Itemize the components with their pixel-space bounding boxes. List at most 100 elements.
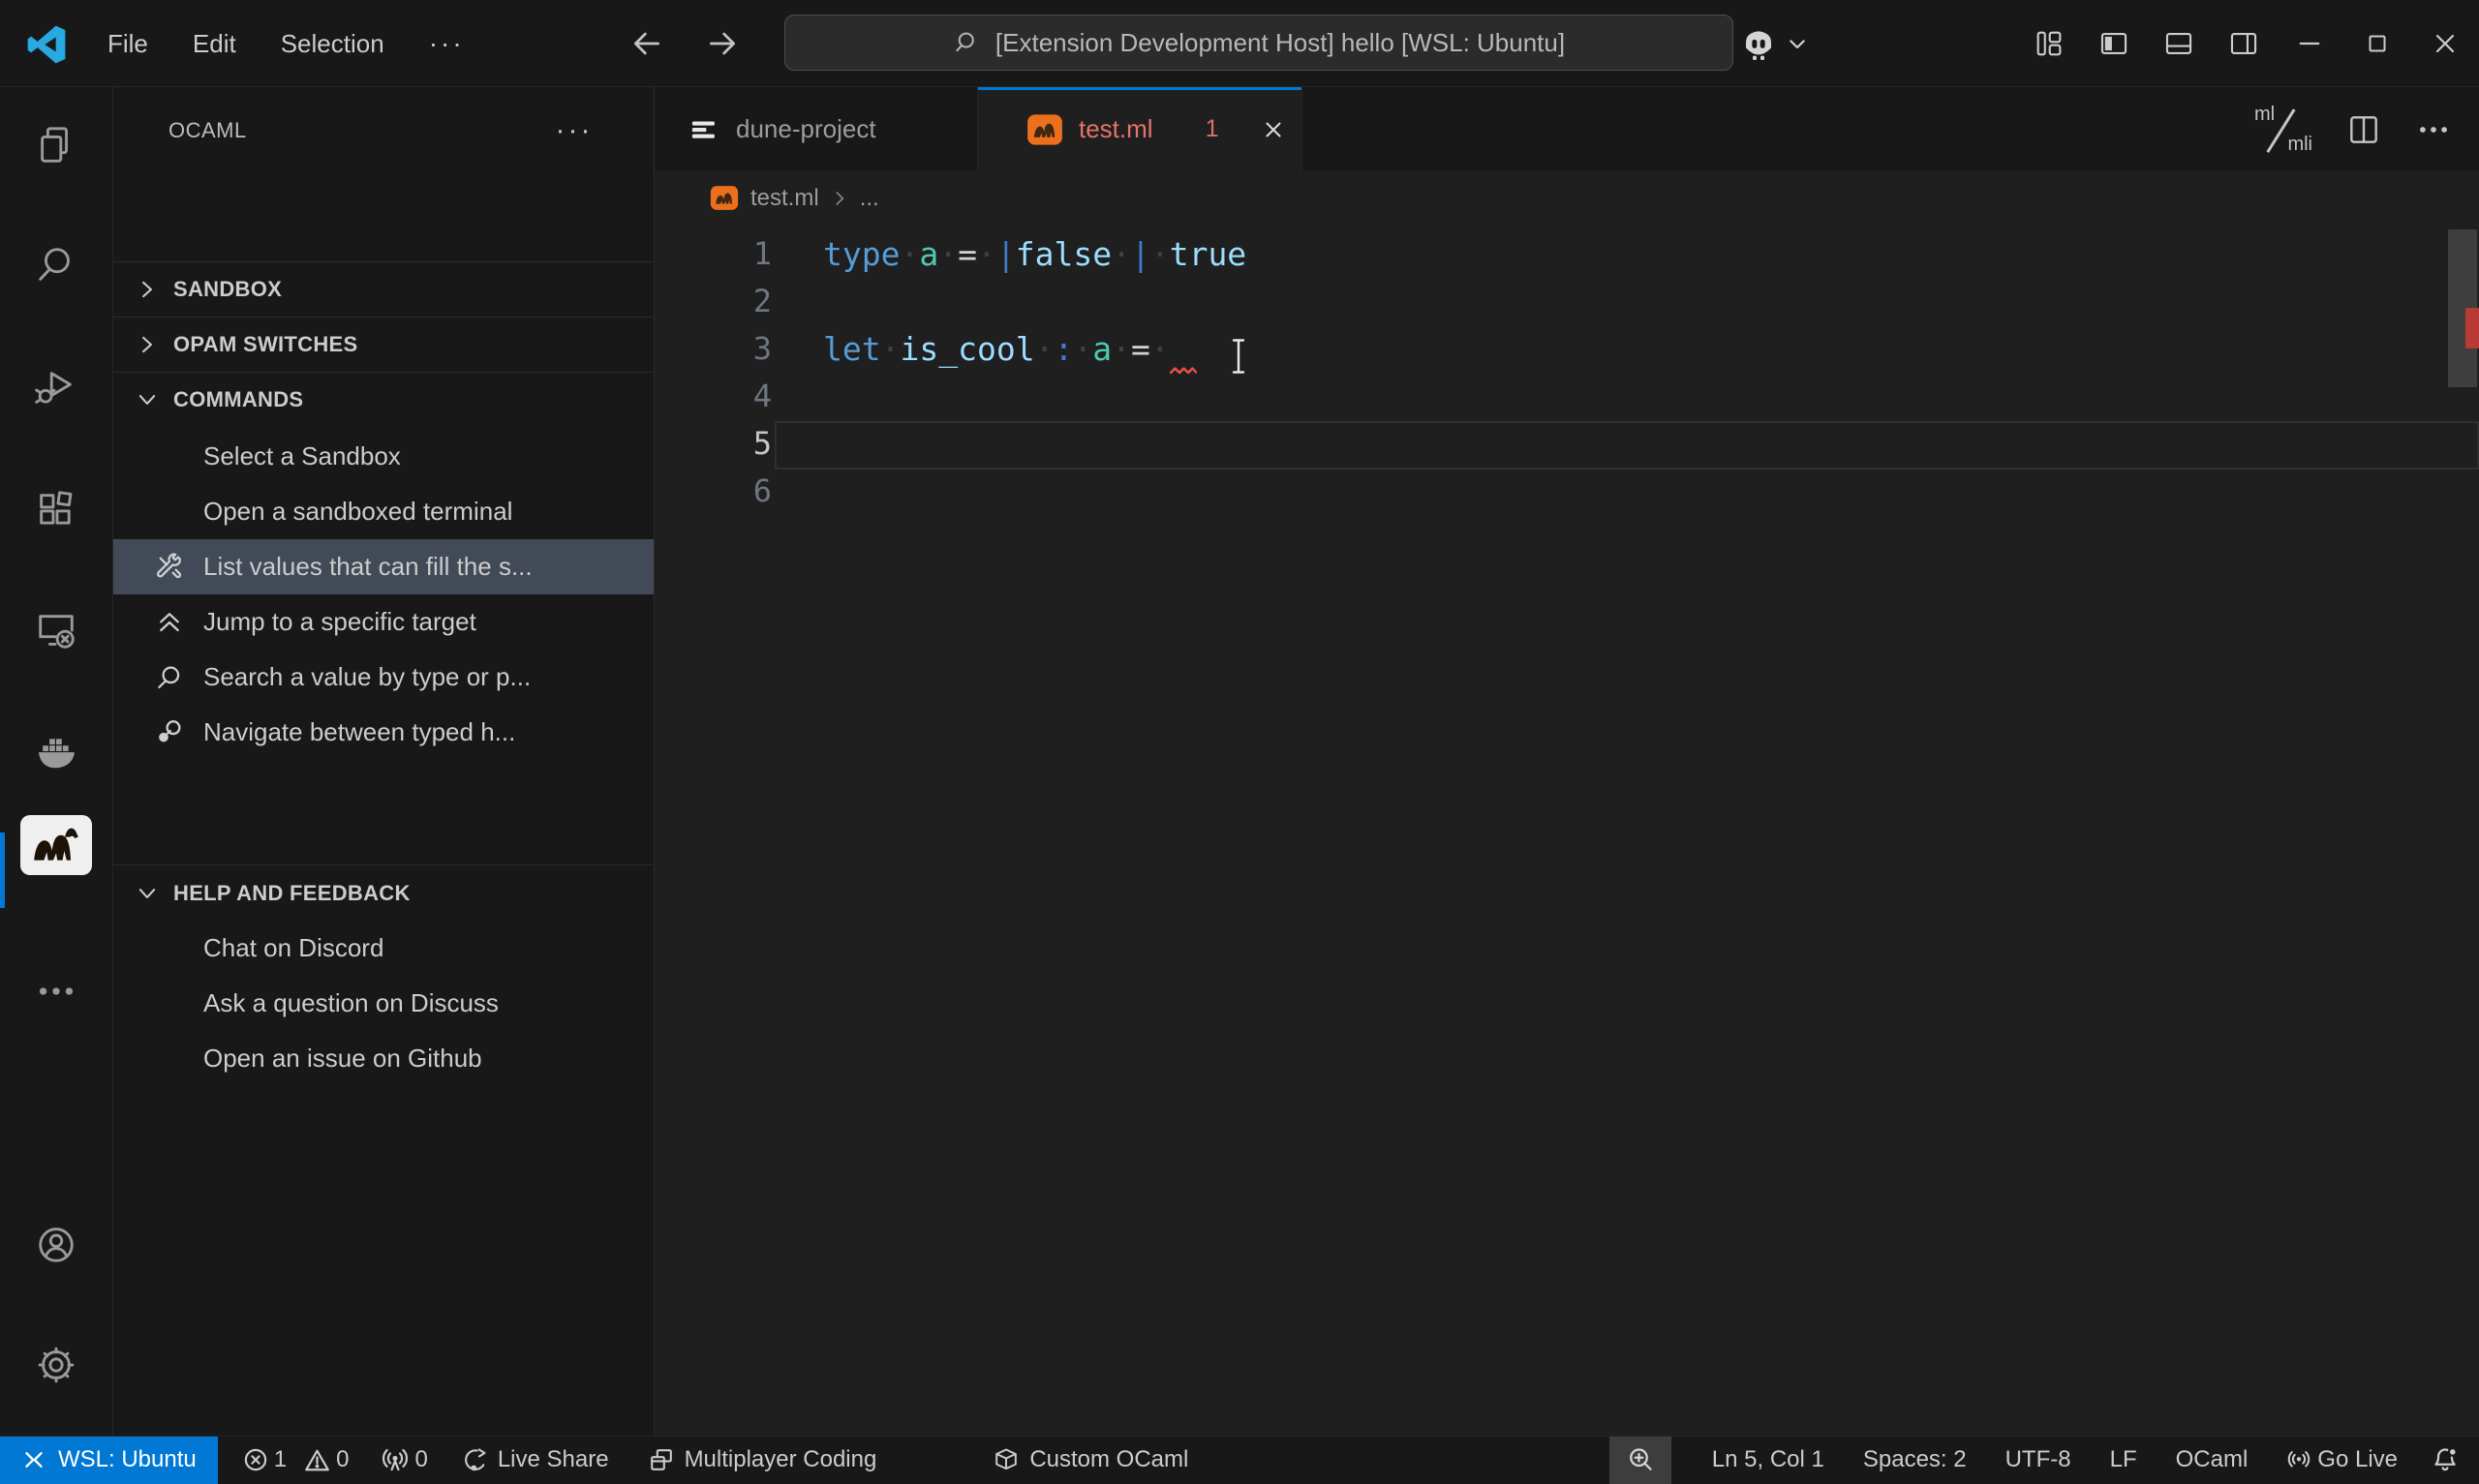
search-view-icon[interactable] xyxy=(32,241,80,289)
split-editor-icon[interactable] xyxy=(2345,111,2382,148)
menu-file[interactable]: File xyxy=(85,15,170,72)
code-token: let xyxy=(823,330,881,368)
explorer-icon[interactable] xyxy=(32,121,80,169)
activity-bar xyxy=(0,87,113,1436)
mouse-ibeam-cursor xyxy=(1230,338,1247,375)
toggle-secondary-sidebar-icon[interactable] xyxy=(2211,0,2276,87)
problems-status[interactable]: 1 0 xyxy=(243,1437,349,1484)
more-views-icon[interactable] xyxy=(32,967,80,1015)
code-token: type xyxy=(823,235,901,273)
sidebar-more-actions-icon[interactable]: ··· xyxy=(549,110,599,151)
code-token: is_cool xyxy=(900,330,1035,368)
chevron-down-icon xyxy=(135,387,160,412)
code-line[interactable]: 2 xyxy=(655,278,2479,325)
code-line[interactable]: 4 xyxy=(655,373,2479,420)
minimize-button[interactable] xyxy=(2276,0,2343,87)
code-line[interactable]: 1 type·a·=·|false·|·true xyxy=(655,230,2479,278)
run-and-debug-icon[interactable] xyxy=(32,363,80,411)
code-token: · xyxy=(1112,235,1131,273)
remote-icon xyxy=(21,1447,46,1472)
code-text: let·is_cool·:·a·=· xyxy=(823,325,1170,373)
ocaml-platform-icon[interactable] xyxy=(20,815,92,875)
forward-button[interactable] xyxy=(703,0,742,87)
code-editor[interactable]: 1 type·a·=·|false·|·true 2 3 let·is_cool·:·a… xyxy=(655,225,2479,1436)
command-select-sandbox[interactable]: Select a Sandbox xyxy=(113,429,654,484)
editor-actions: ml mli xyxy=(2252,87,2479,171)
cursor-position-status[interactable]: Ln 5, Col 1 xyxy=(1693,1437,1844,1484)
command-search-value[interactable]: Search a value by type or p... xyxy=(113,650,654,705)
breadcrumb-file[interactable]: test.ml xyxy=(750,185,819,212)
code-token: false xyxy=(1015,235,1113,273)
command-jump-to-target[interactable]: Jump to a specific target xyxy=(113,594,654,650)
overview-ruler-error-marker xyxy=(2465,308,2479,348)
go-live-status[interactable]: Go Live xyxy=(2267,1437,2417,1484)
remote-indicator[interactable]: WSL: Ubuntu xyxy=(0,1436,218,1484)
code-text: type·a·=·|false·|·true xyxy=(823,230,1246,278)
encoding-status[interactable]: UTF-8 xyxy=(1986,1437,2091,1484)
help-chat-on-discord[interactable]: Chat on Discord xyxy=(113,921,654,976)
tools-icon xyxy=(152,550,187,585)
help-open-issue-github[interactable]: Open an issue on Github xyxy=(113,1031,654,1086)
notifications-bell-icon[interactable] xyxy=(2417,1437,2479,1484)
breadcrumb[interactable]: test.ml ... xyxy=(655,171,2479,225)
tab-dune-project[interactable]: dune-project xyxy=(655,87,978,171)
section-help-and-feedback[interactable]: HELP AND FEEDBACK xyxy=(113,865,654,921)
back-button[interactable] xyxy=(627,0,666,87)
command-open-sandboxed-terminal[interactable]: Open a sandboxed terminal xyxy=(113,484,654,539)
toggle-panel-icon[interactable] xyxy=(2146,0,2211,87)
search-icon xyxy=(953,28,982,57)
close-window-button[interactable] xyxy=(2411,0,2479,87)
menu-more-icon[interactable]: ··· xyxy=(407,28,487,59)
language-mode-status[interactable]: OCaml xyxy=(2157,1437,2268,1484)
tab-close-icon[interactable] xyxy=(1257,113,1290,146)
code-token: · xyxy=(1112,330,1131,368)
zoom-status-icon[interactable] xyxy=(1608,1436,1671,1484)
broadcast-icon xyxy=(382,1446,409,1473)
extensions-icon[interactable] xyxy=(32,485,80,533)
section-sandbox[interactable]: SANDBOX xyxy=(113,261,654,317)
maximize-button[interactable] xyxy=(2343,0,2411,87)
section-label: HELP AND FEEDBACK xyxy=(173,880,411,905)
breadcrumb-symbol[interactable]: ... xyxy=(860,185,879,212)
section-opam-switches[interactable]: OPAM SWITCHES xyxy=(113,317,654,372)
multiplayer-coding-status[interactable]: Multiplayer Coding xyxy=(648,1437,876,1484)
vscode-logo-icon xyxy=(23,21,70,68)
command-center-search[interactable]: [Extension Development Host] hello [WSL:… xyxy=(784,15,1733,71)
command-navigate-holes[interactable]: Navigate between typed h... xyxy=(113,705,654,760)
switch-impl-intf-button[interactable]: ml mli xyxy=(2252,104,2312,156)
command-list-values[interactable]: List values that can fill the s... xyxy=(113,539,654,594)
menu-edit[interactable]: Edit xyxy=(170,15,259,72)
code-line[interactable]: 3 let·is_cool·:·a·=· xyxy=(655,325,2479,373)
code-token: a xyxy=(1092,330,1113,368)
section-label: OPAM SWITCHES xyxy=(173,332,358,356)
customize-layout-icon[interactable] xyxy=(2016,0,2081,87)
line-number: 2 xyxy=(752,283,772,319)
docker-icon[interactable] xyxy=(32,727,80,775)
menu-selection[interactable]: Selection xyxy=(259,15,407,72)
tab-bar: dune-project test.ml 1 xyxy=(655,87,2479,171)
section-commands[interactable]: COMMANDS xyxy=(113,372,654,427)
indentation-status[interactable]: Spaces: 2 xyxy=(1844,1437,1986,1484)
code-line[interactable]: 5 xyxy=(655,420,2479,468)
section-label: SANDBOX xyxy=(173,277,283,301)
live-share-status[interactable]: Live Share xyxy=(461,1437,609,1484)
settings-gear-icon[interactable] xyxy=(32,1341,80,1389)
editor-more-actions-icon[interactable] xyxy=(2415,111,2452,148)
code-token: · xyxy=(880,330,901,368)
code-token: · xyxy=(1149,235,1170,273)
tab-test-ml[interactable]: test.ml 1 xyxy=(978,87,1302,171)
copilot-menu[interactable] xyxy=(1739,0,1809,87)
remote-label: WSL: Ubuntu xyxy=(58,1446,197,1472)
section-label: COMMANDS xyxy=(173,387,304,411)
error-squiggle xyxy=(1170,366,1197,375)
code-line[interactable]: 6 xyxy=(655,468,2479,515)
code-token: | xyxy=(995,235,1016,273)
toggle-primary-sidebar-icon[interactable] xyxy=(2081,0,2146,87)
ports-status[interactable]: 0 xyxy=(382,1437,428,1484)
remote-explorer-icon[interactable] xyxy=(32,606,80,654)
help-ask-on-discuss[interactable]: Ask a question on Discuss xyxy=(113,976,654,1031)
eol-status[interactable]: LF xyxy=(2091,1437,2157,1484)
editor-group: dune-project test.ml 1 ml mli test.ml ..… xyxy=(655,87,2479,1436)
custom-ocaml-status[interactable]: Custom OCaml xyxy=(993,1437,1188,1484)
accounts-icon[interactable] xyxy=(32,1221,80,1269)
